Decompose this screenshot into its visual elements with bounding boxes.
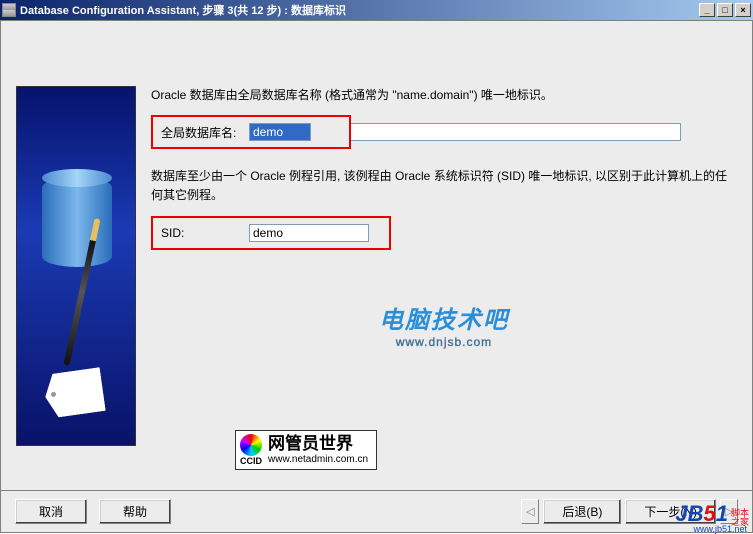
database-icon <box>42 177 112 267</box>
app-icon <box>2 3 16 17</box>
ccid-label: CCID <box>240 456 262 466</box>
global-db-name-row: 全局数据库名: <box>151 115 351 149</box>
sid-input[interactable] <box>249 224 369 242</box>
maximize-button[interactable]: □ <box>717 3 733 17</box>
sid-row: SID: <box>151 216 391 250</box>
wizard-graphic <box>16 86 136 446</box>
minimize-button[interactable]: _ <box>699 3 715 17</box>
description-2: 数据库至少由一个 Oracle 例程引用, 该例程由 Oracle 系统标识符 … <box>151 167 737 205</box>
sid-label: SID: <box>161 226 249 240</box>
global-db-name-input[interactable] <box>249 123 311 141</box>
ccid-logo-icon <box>240 434 262 456</box>
help-button[interactable]: 帮助 <box>99 499 171 524</box>
netadmin-badge: CCID 网管员世界 www.netadmin.com.cn <box>235 430 377 470</box>
cancel-button[interactable]: 取消 <box>15 499 87 524</box>
badge-url: www.netadmin.com.cn <box>268 454 368 466</box>
titlebar: Database Configuration Assistant, 步骤 3(共… <box>0 0 753 20</box>
global-db-name-input-ext[interactable] <box>351 123 681 141</box>
close-button[interactable]: × <box>735 3 751 17</box>
window-title: Database Configuration Assistant, 步骤 3(共… <box>20 2 699 18</box>
jb51-5: 5 <box>703 501 715 526</box>
back-arrow-icon: ◁ <box>521 499 539 524</box>
watermark-1: 电脑技术吧 www.dnjsb.com <box>151 300 737 349</box>
button-bar: 取消 帮助 ◁ 后退(B) 下一步(N) ▷ <box>1 490 752 532</box>
global-db-name-label: 全局数据库名: <box>161 124 249 141</box>
watermark-url: www.dnjsb.com <box>151 335 737 349</box>
jb51-jb: JB <box>675 501 703 526</box>
badge-cn: 网管员世界 <box>268 434 368 454</box>
jb51-1: 1 <box>716 501 728 526</box>
tag-icon <box>42 367 106 419</box>
back-button[interactable]: 后退(B) <box>543 499 621 524</box>
description-1: Oracle 数据库由全局数据库名称 (格式通常为 "name.domain")… <box>151 86 737 105</box>
watermark-cn: 电脑技术吧 <box>151 300 737 335</box>
